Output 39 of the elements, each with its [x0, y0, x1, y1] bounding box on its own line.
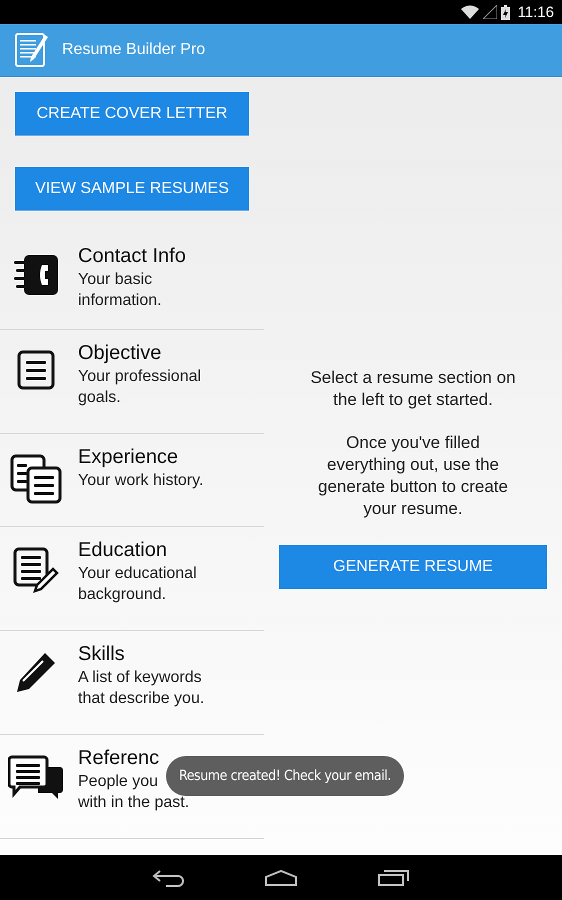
section-item[interactable]: Education Your educational background.	[0, 527, 264, 631]
section-title: Contact Info	[78, 244, 186, 269]
section-subtitle: A list of keywords that describe you.	[78, 668, 206, 709]
section-item[interactable]: Objective Your professional goals.	[0, 330, 264, 434]
section-title: Objective	[78, 341, 162, 366]
toast-message: Resume created! Check your email.	[166, 756, 404, 796]
action-button[interactable]: CREATE COVER LETTER	[15, 92, 249, 136]
instruction-text: Once you've filled everything out, use the generate button to create your resume.	[317, 432, 509, 520]
section-subtitle: Your educational background.	[78, 564, 198, 605]
section-item[interactable]: Experience Your work history.	[0, 434, 264, 527]
action-button[interactable]: VIEW SAMPLE RESUMES	[15, 167, 249, 211]
section-title: Experience	[78, 445, 178, 470]
section-item[interactable]: Contact Info Your basic information.	[0, 233, 264, 330]
home-icon	[264, 868, 298, 886]
section-subtitle: Your professional goals.	[78, 367, 202, 408]
section-title: Education	[78, 538, 167, 563]
section-subtitle: Your basic information.	[78, 270, 163, 311]
app-title: Resume Builder Pro	[62, 41, 206, 59]
resume-pencil-icon	[15, 32, 49, 68]
document-icon	[17, 350, 55, 390]
signal-icon	[482, 5, 497, 19]
section-subtitle: People you	[78, 772, 158, 792]
section-subtitle: Your work history.	[78, 471, 204, 491]
battery-icon	[500, 4, 510, 20]
section-title: Referenc	[78, 746, 160, 771]
generate-button[interactable]: GENERATE RESUME	[279, 545, 547, 589]
documents-icon	[10, 454, 62, 504]
back-icon	[152, 868, 184, 886]
document-pencil-icon	[13, 547, 59, 593]
section-title: Skills	[78, 642, 125, 667]
phone-book-icon	[12, 253, 60, 297]
chat-bubbles-icon	[8, 755, 64, 801]
section-subtitle: with in the past.	[78, 793, 190, 813]
clock-time: 11:16	[518, 4, 554, 20]
wifi-icon	[460, 5, 479, 19]
instruction-text: Select a resume section on the left to get started.	[309, 367, 517, 411]
pencil-icon	[15, 651, 57, 693]
recent-apps-icon	[378, 868, 410, 886]
section-item[interactable]: Skills A list of keywords that describe you.	[0, 631, 264, 735]
